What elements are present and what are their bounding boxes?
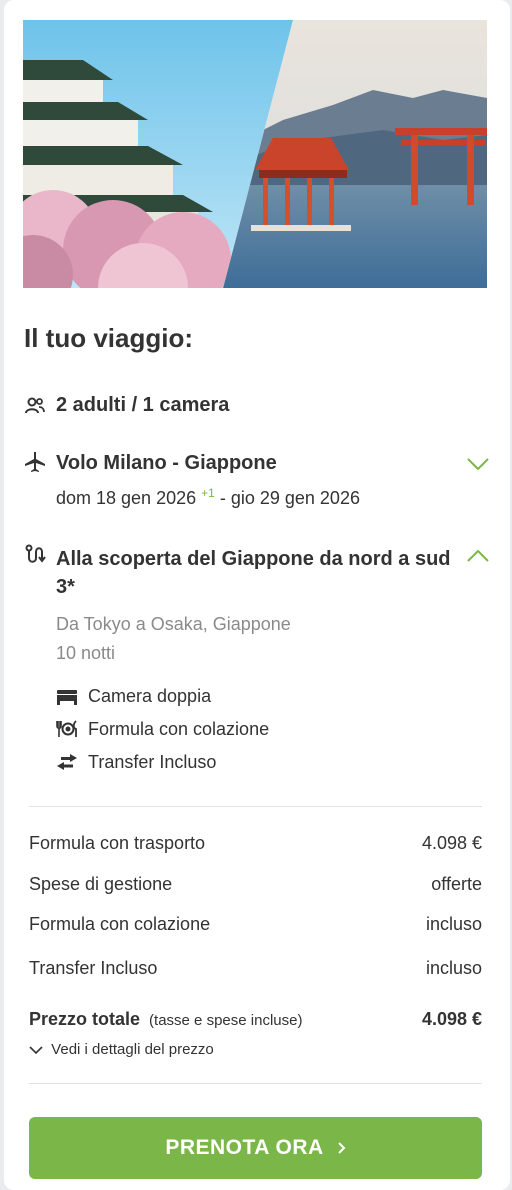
divider — [29, 806, 482, 807]
flight-title[interactable]: Volo Milano - Giappone — [56, 452, 277, 475]
price-row-label: Formula con trasporto — [29, 833, 206, 853]
total-price-row: Prezzo totale (tasse e spese incluse) 4.… — [29, 1009, 482, 1030]
flight-dates: dom 18 gen 2026 +1 - gio 29 gen 2026 — [56, 486, 360, 509]
chevron-up-icon[interactable] — [466, 549, 490, 563]
tour-location: Da Tokyo a Osaka, Giappone — [56, 614, 291, 634]
travellers-summary: 2 adulti / 1 camera — [56, 394, 230, 416]
price-row-value: incluso — [425, 958, 482, 978]
feature-room: Camera doppia — [88, 686, 212, 706]
total-price-value: 4.098 € — [421, 1009, 482, 1029]
airplane-icon — [25, 452, 45, 472]
book-now-label: PRENOTA ORA — [165, 1136, 324, 1159]
destination-image — [23, 20, 487, 288]
transfer-icon — [57, 754, 77, 770]
price-row: Transfer Incluso incluso — [29, 958, 482, 979]
chevron-down-icon — [29, 1045, 43, 1054]
feature-breakfast: Formula con colazione — [88, 719, 270, 739]
dining-icon — [56, 720, 77, 737]
price-row-label: Formula con colazione — [29, 914, 211, 934]
divider — [29, 1083, 482, 1084]
total-price-note: (tasse e spese incluse) — [149, 1012, 303, 1029]
price-row: Formula con colazione incluso — [29, 914, 482, 935]
price-row-value: incluso — [425, 914, 482, 934]
tour-nights: 10 notti — [56, 643, 116, 663]
flight-date-start: dom 18 gen 2026 — [56, 488, 197, 508]
price-row: Spese di gestione offerte — [29, 874, 482, 895]
price-details-label: Vedi i dettagli del prezzo — [51, 1041, 214, 1058]
tour-title[interactable]: Alla scoperta del Giappone da nord a sud… — [56, 545, 456, 601]
book-now-button[interactable]: PRENOTA ORA — [29, 1117, 482, 1179]
total-price-label: Prezzo totale — [29, 1009, 141, 1029]
chevron-down-icon[interactable] — [466, 457, 490, 471]
trip-summary-card: Il tuo viaggio: 2 adulti / 1 camera Volo… — [4, 0, 510, 1190]
chevron-right-icon — [337, 1142, 346, 1154]
trip-title: Il tuo viaggio: — [24, 323, 193, 353]
price-row-label: Transfer Incluso — [29, 958, 158, 978]
route-icon — [25, 544, 46, 563]
price-row-value: 4.098 € — [421, 833, 482, 853]
price-row-value: offerte — [431, 874, 482, 894]
flight-date-end: - gio 29 gen 2026 — [219, 488, 360, 508]
people-icon — [25, 397, 45, 414]
plus-one-day-badge: +1 — [201, 486, 215, 500]
price-row: Formula con trasporto 4.098 € — [29, 833, 482, 854]
feature-transfer: Transfer Incluso — [88, 752, 217, 772]
price-details-link[interactable]: Vedi i dettagli del prezzo — [29, 1041, 214, 1058]
bed-icon — [57, 690, 77, 705]
price-row-label: Spese di gestione — [29, 874, 173, 894]
